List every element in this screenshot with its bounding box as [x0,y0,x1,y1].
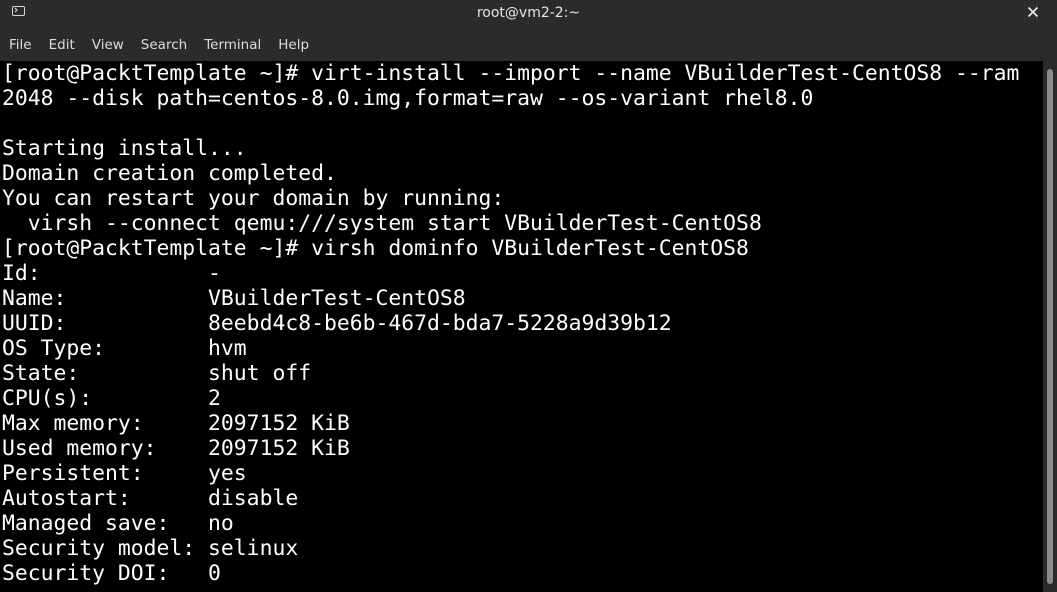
terminal-output[interactable]: [root@PacktTemplate ~]# virt-install --i… [0,61,1043,592]
terminal-line: Security model: selinux [2,536,299,561]
terminal-line: Id: - [2,261,221,286]
close-icon[interactable] [1025,2,1041,22]
menu-file[interactable]: File [0,37,40,53]
terminal-window: root@vm2-2:~ File Edit View Search Termi… [0,0,1057,592]
terminal-line: Managed save: no [2,511,234,536]
terminal-line: CPU(s): 2 [2,386,221,411]
terminal-line: Persistent: yes [2,461,247,486]
terminal-line: 2048 --disk path=centos-8.0.img,format=r… [2,86,814,111]
title-bar[interactable]: root@vm2-2:~ [0,0,1057,25]
terminal-line: Name: VBuilderTest-CentOS8 [2,286,466,311]
menu-search[interactable]: Search [132,37,195,53]
terminal-line: virsh --connect qemu:///system start VBu… [2,211,762,236]
terminal-icon[interactable] [12,6,25,16]
terminal-line: [root@PacktTemplate ~]# virt-install --i… [2,61,1020,86]
terminal-line: Domain creation completed. [2,161,337,186]
terminal-line: You can restart your domain by running: [2,186,505,211]
terminal-line: Starting install... [2,136,247,161]
vertical-scrollbar[interactable] [1043,61,1057,592]
menu-terminal[interactable]: Terminal [195,37,269,53]
terminal-line: [root@PacktTemplate ~]# virsh dominfo VB… [2,236,749,261]
scrollbar-thumb[interactable] [1047,69,1053,584]
terminal-line: Security DOI: 0 [2,561,221,586]
terminal-line: Autostart: disable [2,486,299,511]
terminal-line: Max memory: 2097152 KiB [2,411,350,436]
terminal-line: UUID: 8eebd4c8-be6b-467d-bda7-5228a9d39b… [2,311,672,336]
menu-bar: File Edit View Search Terminal Help [0,34,317,56]
terminal-line: Used memory: 2097152 KiB [2,436,350,461]
menu-view[interactable]: View [83,37,132,53]
terminal-line: OS Type: hvm [2,336,247,361]
window-title: root@vm2-2:~ [476,4,581,21]
terminal-line: State: shut off [2,361,312,386]
menu-help[interactable]: Help [269,37,317,53]
menu-edit[interactable]: Edit [40,37,83,53]
